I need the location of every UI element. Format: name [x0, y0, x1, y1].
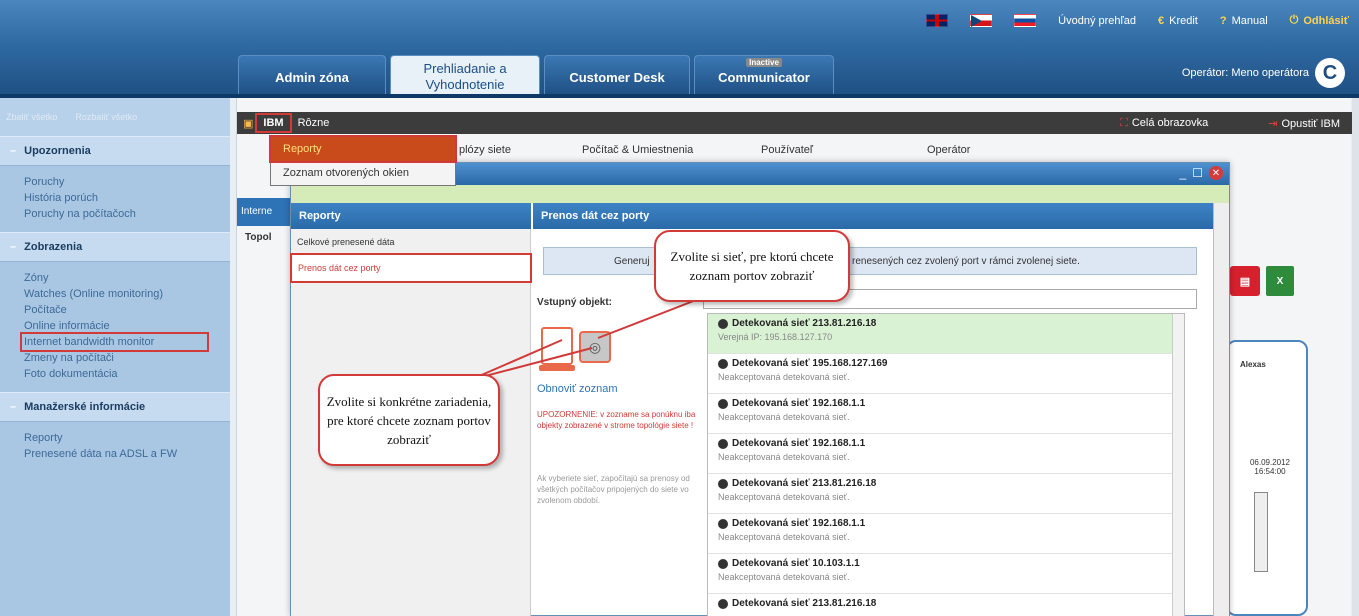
callout-connectors: [469, 299, 697, 381]
callout-network: Zvolite si sieť, pre ktorú chcete zoznam…: [654, 230, 850, 302]
callout-line-network: [597, 299, 697, 339]
callout-devices: Zvolite si konkrétne zariadenia, pre kto…: [318, 374, 500, 466]
